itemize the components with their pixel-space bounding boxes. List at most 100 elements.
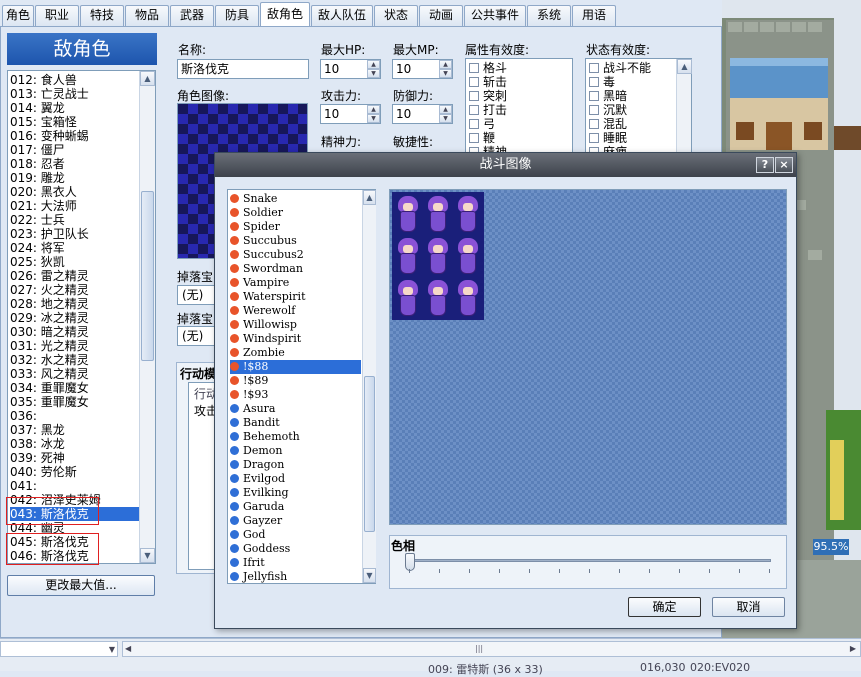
checkbox-icon[interactable]	[589, 105, 599, 115]
tab-5[interactable]: 防具	[215, 5, 259, 26]
scroll-right-arrow-icon[interactable]: ▶	[850, 644, 856, 653]
battler-file-item[interactable]: Evilgod	[230, 472, 361, 486]
enemy-list-item[interactable]: 026: 雷之精灵	[10, 269, 141, 283]
battler-file-item[interactable]: Demon	[230, 444, 361, 458]
enemy-list-item[interactable]: 018: 忍者	[10, 157, 141, 171]
checkbox-icon[interactable]	[469, 133, 479, 143]
spin-down-icon[interactable]: ▼	[367, 69, 380, 78]
chevron-down-icon[interactable]: ▼	[109, 645, 115, 654]
enemy-list-item[interactable]: 038: 冰龙	[10, 437, 141, 451]
enemy-list-item[interactable]: 027: 火之精灵	[10, 283, 141, 297]
battler-file-item[interactable]: Asura	[230, 402, 361, 416]
checkbox-icon[interactable]	[589, 77, 599, 87]
checklist-item[interactable]: 格斗	[469, 61, 507, 75]
tab-3[interactable]: 物品	[125, 5, 169, 26]
battler-file-item[interactable]: Snake	[230, 192, 361, 206]
battler-file-item[interactable]: God	[230, 528, 361, 542]
tab-10[interactable]: 公共事件	[464, 5, 526, 26]
checkbox-icon[interactable]	[589, 133, 599, 143]
checkbox-icon[interactable]	[589, 91, 599, 101]
checklist-item[interactable]: 弓	[469, 117, 495, 131]
drop2-field[interactable]: (无)	[177, 326, 215, 346]
close-icon[interactable]: ×	[775, 157, 793, 173]
tab-9[interactable]: 动画	[419, 5, 463, 26]
enemy-list-item[interactable]: 013: 亡灵战士	[10, 87, 141, 101]
hue-slider-track[interactable]	[407, 559, 771, 562]
battler-file-item[interactable]: !$88	[230, 360, 361, 374]
battler-file-item[interactable]: Vampire	[230, 276, 361, 290]
def-spinner[interactable]: 10 ▲ ▼	[392, 104, 453, 124]
enemy-list-item[interactable]: 014: 翼龙	[10, 101, 141, 115]
checklist-item[interactable]: 沉默	[589, 103, 627, 117]
battler-file-item[interactable]: Goddess	[230, 542, 361, 556]
battler-file-item[interactable]: Zombie	[230, 346, 361, 360]
battler-file-item[interactable]: Succubus2	[230, 248, 361, 262]
action-list[interactable]: 行动 攻击	[188, 382, 218, 570]
ok-button[interactable]: 确定	[628, 597, 701, 617]
checklist-item[interactable]: 打击	[469, 103, 507, 117]
enemy-list-item[interactable]: 028: 地之精灵	[10, 297, 141, 311]
help-icon[interactable]: ?	[756, 157, 774, 173]
spin-down-icon[interactable]: ▼	[367, 114, 380, 123]
enemy-list-item[interactable]: 016: 变种蜥蜴	[10, 129, 141, 143]
battler-file-item[interactable]: Succubus	[230, 234, 361, 248]
enemy-list-item[interactable]: 041:	[10, 479, 141, 493]
enemy-list-item[interactable]: 040: 劳伦斯	[10, 465, 141, 479]
enemy-list-item[interactable]: 017: 僵尸	[10, 143, 141, 157]
battler-file-item[interactable]: Spider	[230, 220, 361, 234]
spin-up-icon[interactable]: ▲	[439, 105, 452, 114]
scroll-down-arrow-icon[interactable]: ▼	[363, 568, 376, 583]
battler-file-item[interactable]: !$89	[230, 374, 361, 388]
tab-12[interactable]: 用语	[572, 5, 616, 26]
scroll-up-arrow-icon[interactable]: ▲	[363, 190, 376, 205]
enemy-list-item[interactable]: 021: 大法师	[10, 199, 141, 213]
enemy-list-item[interactable]: 030: 暗之精灵	[10, 325, 141, 339]
scroll-grip-icon[interactable]: |||	[475, 644, 483, 653]
tab-7[interactable]: 敌人队伍	[311, 5, 373, 26]
spin-down-icon[interactable]: ▼	[439, 69, 452, 78]
spin-up-icon[interactable]: ▲	[367, 105, 380, 114]
enemy-list[interactable]: 012: 食人兽 013: 亡灵战士 014: 翼龙 015: 宝箱怪 016: 变种蜥…	[7, 70, 156, 564]
battler-file-item[interactable]: Gayzer	[230, 514, 361, 528]
spin-up-icon[interactable]: ▲	[439, 60, 452, 69]
file-list-scrollbar[interactable]: ▲ ▼	[362, 190, 376, 583]
checkbox-icon[interactable]	[469, 91, 479, 101]
enemy-list-item[interactable]: 023: 护卫队长	[10, 227, 141, 241]
battler-file-item[interactable]: Garuda	[230, 500, 361, 514]
battler-file-item[interactable]: Windspirit	[230, 332, 361, 346]
enemy-list-item[interactable]: 029: 冰之精灵	[10, 311, 141, 325]
enemy-list-scrollbar[interactable]: ▲ ▼	[139, 71, 155, 563]
checkbox-icon[interactable]	[469, 119, 479, 129]
drop1-field[interactable]: (无)	[177, 285, 215, 305]
checklist-item[interactable]: 毒	[589, 75, 615, 89]
enemy-list-item[interactable]: 031: 光之精灵	[10, 339, 141, 353]
maxhp-spinner[interactable]: 10 ▲ ▼	[320, 59, 381, 79]
battler-file-item[interactable]: Soldier	[230, 206, 361, 220]
battler-file-item[interactable]: Willowisp	[230, 318, 361, 332]
change-max-button[interactable]: 更改最大值...	[7, 575, 155, 596]
scroll-thumb[interactable]	[141, 191, 154, 361]
tab-4[interactable]: 武器	[170, 5, 214, 26]
tab-6[interactable]: 敌角色	[260, 2, 310, 27]
battler-file-item[interactable]: Jellyfish	[230, 570, 361, 583]
tab-8[interactable]: 状态	[374, 5, 418, 26]
scroll-up-arrow-icon[interactable]: ▲	[140, 71, 155, 86]
battler-file-item[interactable]: Evilking	[230, 486, 361, 500]
name-input[interactable]: 斯洛伐克	[177, 59, 309, 79]
battler-file-item[interactable]: !$93	[230, 388, 361, 402]
tab-11[interactable]: 系统	[527, 5, 571, 26]
scroll-thumb[interactable]	[364, 376, 375, 532]
enemy-list-item[interactable]: 039: 死神	[10, 451, 141, 465]
enemy-list-item[interactable]: 020: 黑衣人	[10, 185, 141, 199]
enemy-list-item[interactable]: 035: 重罪魔女	[10, 395, 141, 409]
hue-slider-thumb[interactable]	[405, 553, 415, 571]
enemy-list-item[interactable]: 034: 重罪魔女	[10, 381, 141, 395]
battler-file-item[interactable]: Bandit	[230, 416, 361, 430]
battler-file-item[interactable]: Waterspirit	[230, 290, 361, 304]
scroll-left-arrow-icon[interactable]: ◀	[125, 644, 131, 653]
battler-file-item[interactable]: Behemoth	[230, 430, 361, 444]
checklist-item[interactable]: 斩击	[469, 75, 507, 89]
enemy-list-item[interactable]: 022: 士兵	[10, 213, 141, 227]
enemy-list-item[interactable]: 032: 水之精灵	[10, 353, 141, 367]
enemy-list-item[interactable]: 037: 黑龙	[10, 423, 141, 437]
